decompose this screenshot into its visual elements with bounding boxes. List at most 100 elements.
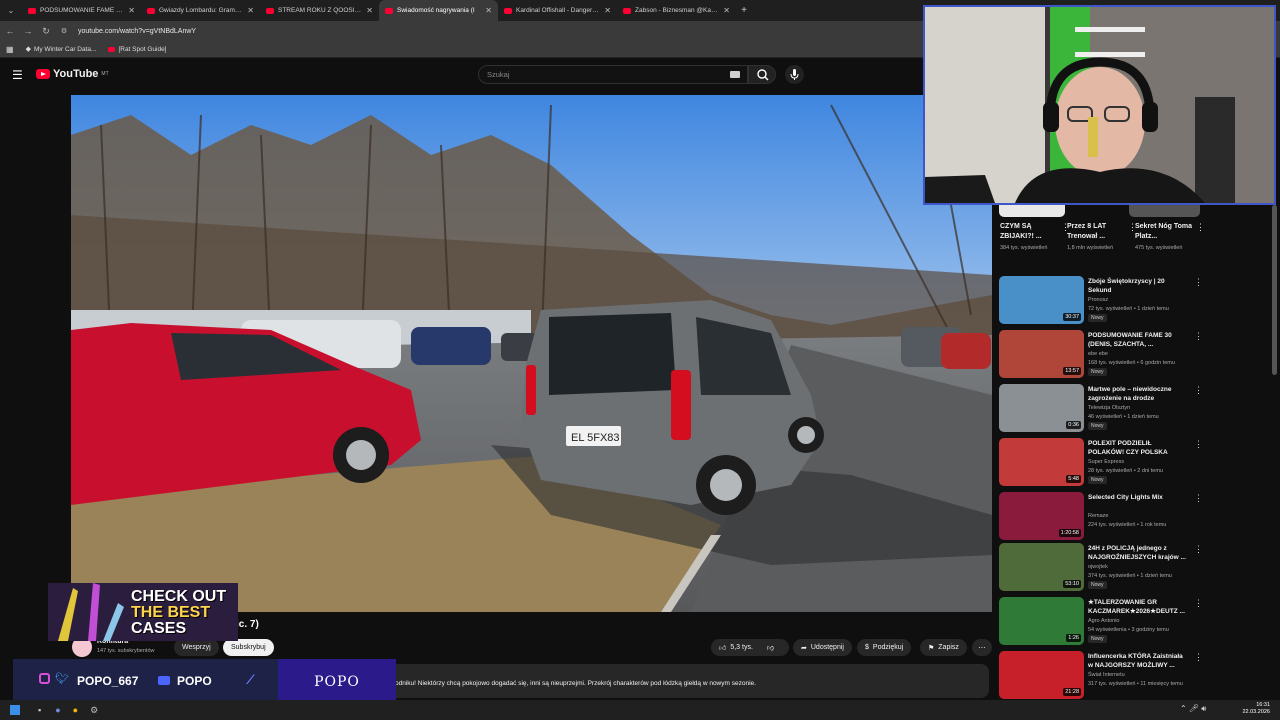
tab-close-icon[interactable]: ✕ — [485, 6, 492, 15]
apps-grid-icon[interactable]: ▦ — [6, 45, 14, 54]
support-button[interactable]: Wesprzyj — [174, 639, 219, 656]
browser-tab[interactable]: STREAM ROKU Z QOOSIK | W5✕ — [260, 0, 379, 21]
channel-name[interactable]: Pronosz — [1088, 297, 1108, 303]
channel-name[interactable]: Remaze — [1088, 513, 1108, 519]
short-thumbnail[interactable] — [999, 205, 1065, 217]
video-title[interactable]: Zbóje Świętokrzyscy | 20 Sekund — [1088, 277, 1186, 295]
microphone-icon — [790, 69, 799, 80]
short-thumbnail[interactable] — [1129, 205, 1200, 217]
sidebar-scrollbar[interactable] — [1272, 205, 1277, 375]
video-player[interactable]: EL 5FX83 — [71, 95, 992, 612]
tab-title: Świadomość nagrywania (I — [397, 7, 475, 14]
url-field[interactable]: youtube.com/watch?v=gVtNBdLAnwY — [78, 28, 196, 35]
more-options-icon[interactable]: ⋮ — [1194, 277, 1203, 288]
chrome-icon[interactable]: ● — [73, 705, 78, 715]
youtube-favicon-icon — [623, 7, 631, 14]
tab-close-icon[interactable]: ✕ — [128, 6, 135, 15]
video-thumbnail[interactable]: 21:28 — [999, 651, 1084, 699]
windows-start-icon[interactable] — [10, 705, 20, 715]
recommended-video[interactable]: 5:48 POLEXIT PODZIELIŁ POLAKÓW! CZY POLS… — [999, 438, 1203, 488]
system-tray-icons[interactable]: ⌃ 🎤︎ 🔊︎ — [1180, 704, 1206, 714]
browser-tab[interactable]: PODSUMOWANIE FAME 30 (DE ✕ — [22, 0, 141, 21]
bookmark-item[interactable]: [Rat Spot Guide] — [108, 46, 167, 53]
tab-search-chevron-icon[interactable]: ⌄ — [0, 6, 22, 15]
voice-search-button[interactable] — [785, 65, 804, 84]
new-tab-plus-icon[interactable]: + — [736, 5, 752, 16]
like-icon[interactable]: 👍︎ — [719, 643, 726, 652]
recommended-video[interactable]: 53:10 24H z POLICJĄ jednego z NAJGROŹNIE… — [999, 543, 1203, 593]
video-duration: 5:48 — [1066, 475, 1081, 483]
search-input[interactable]: Szukaj — [478, 65, 748, 84]
recommended-video[interactable]: 30:37 Zbóje Świętokrzyscy | 20 Sekund Pr… — [999, 276, 1203, 326]
taskbar-app-icon[interactable]: ▪ — [38, 705, 41, 715]
video-thumbnail[interactable]: 5:48 — [999, 438, 1084, 486]
channel-name[interactable]: ebe ebe — [1088, 351, 1108, 357]
site-settings-icon[interactable]: ⚙ — [58, 27, 70, 35]
channel-name[interactable]: ojwojtek — [1088, 564, 1108, 570]
video-title[interactable]: Influencerka KTÓRA Zaistniała w NAJGORSZ… — [1088, 652, 1186, 670]
more-options-icon[interactable]: ⋮ — [1196, 222, 1205, 233]
forward-arrow-icon[interactable]: → — [22, 26, 34, 36]
tab-close-icon[interactable]: ✕ — [366, 6, 373, 15]
short-item[interactable]: CZYM SĄ ZBIJAKI?! ... 384 tys. wyświetle… — [1000, 222, 1070, 252]
channel-name[interactable]: Super Express — [1088, 459, 1124, 465]
video-thumbnail[interactable]: 1:20:58 — [999, 492, 1084, 540]
short-item[interactable]: Przez 8 LAT Trenował ... 1,8 mln wyświet… — [1067, 222, 1137, 252]
reload-icon[interactable]: ↻ — [40, 26, 52, 37]
recommended-video[interactable]: 1:26 ★TALERZOWANIE GR KACZMAREK★2026★DEU… — [999, 597, 1203, 647]
bookmark-item[interactable]: ◆ My Winter Car Data... — [26, 45, 97, 54]
back-arrow-icon[interactable]: ← — [4, 26, 16, 36]
browser-tab[interactable]: Kardinal Offishall - Dangerous ✕ — [498, 0, 617, 21]
tab-close-icon[interactable]: ✕ — [723, 6, 730, 15]
video-title[interactable]: 24H z POLICJĄ jednego z NAJGROŹNIEJSZYCH… — [1088, 544, 1186, 562]
recommended-video[interactable]: 1:20:58 Selected City Lights Mix Remaze … — [999, 492, 1203, 542]
recommended-video[interactable]: 21:28 Influencerka KTÓRA Zaistniała w NA… — [999, 651, 1203, 701]
more-options-icon[interactable]: ⋮ — [1194, 493, 1203, 504]
channel-name[interactable]: Świat Internetu — [1088, 672, 1125, 678]
more-options-icon[interactable]: ⋮ — [1194, 598, 1203, 609]
youtube-logo[interactable]: YouTube MT — [36, 68, 109, 80]
video-thumbnail[interactable]: 0:36 — [999, 384, 1084, 432]
thanks-button[interactable]: $ Podziękuj — [857, 639, 912, 656]
channel-name[interactable]: Agro Antonio — [1088, 618, 1120, 624]
video-duration: 30:37 — [1063, 313, 1081, 321]
more-options-icon[interactable]: ⋮ — [1194, 652, 1203, 663]
recommended-video[interactable]: 0:36 Martwe pole – niewidoczne zagrożeni… — [999, 384, 1203, 434]
search-button[interactable] — [748, 65, 776, 84]
channel-name[interactable]: Telewizja Olsztyn — [1088, 405, 1130, 411]
share-button[interactable]: ➦ Udostępnij — [793, 639, 852, 656]
tab-close-icon[interactable]: ✕ — [604, 6, 611, 15]
video-thumbnail[interactable]: 30:37 — [999, 276, 1084, 324]
video-title[interactable]: PODSUMOWANIE FAME 30 (DENIS, SZACHTA, ..… — [1088, 331, 1186, 349]
more-options-icon[interactable]: ⋮ — [1194, 385, 1203, 396]
save-button[interactable]: ⚑ Zapisz — [920, 639, 967, 656]
taskbar-clock[interactable]: 16:31 22.03.2026 — [1242, 702, 1270, 716]
browser-tab[interactable]: Żabson - Biznesman @Kabi Pr ✕ — [617, 0, 736, 21]
settings-gear-icon[interactable]: ⚙ — [90, 705, 98, 716]
like-count[interactable]: 5,3 tys. — [730, 644, 753, 651]
tab-close-icon[interactable]: ✕ — [247, 6, 254, 15]
promo-line: CHECK OUT — [131, 588, 227, 605]
video-thumbnail[interactable]: 53:10 — [999, 543, 1084, 591]
keyboard-icon[interactable] — [730, 71, 740, 78]
video-thumbnail[interactable]: 13:57 — [999, 330, 1084, 378]
recommended-video[interactable]: 13:57 PODSUMOWANIE FAME 30 (DENIS, SZACH… — [999, 330, 1203, 380]
browser-tab[interactable]: Gwiazdy Lombardu: Gramy w E ✕ — [141, 0, 260, 21]
more-options-icon[interactable]: ⋮ — [1194, 544, 1203, 555]
more-options-icon[interactable]: ⋮ — [1194, 439, 1203, 450]
video-title[interactable]: Martwe pole – niewidoczne zagrożenie na … — [1088, 385, 1186, 403]
like-dislike-group: 👍︎ 5,3 tys. 👎︎ — [711, 639, 789, 656]
subscribe-button[interactable]: Subskrybuj — [223, 639, 274, 656]
more-actions-button[interactable]: ⋯ — [972, 639, 992, 656]
video-title[interactable]: ★TALERZOWANIE GR KACZMAREK★2026★DEUTZ ..… — [1088, 598, 1186, 616]
more-options-icon[interactable]: ⋮ — [1194, 331, 1203, 342]
video-title[interactable]: Selected City Lights Mix — [1088, 493, 1186, 502]
video-thumbnail[interactable]: 1:26 — [999, 597, 1084, 645]
hamburger-menu-icon[interactable]: ☰ — [12, 68, 23, 82]
dislike-icon[interactable]: 👎︎ — [767, 643, 774, 652]
video-title[interactable]: POLEXIT PODZIELIŁ POLAKÓW! CZY POLSKA PO… — [1088, 439, 1186, 457]
browser-tab-active[interactable]: Świadomość nagrywania (I ✕ — [379, 0, 498, 21]
short-item[interactable]: Sekret Nóg Toma Platz... 475 tys. wyświe… — [1135, 222, 1205, 252]
promo-line: THE BEST — [131, 604, 211, 621]
discord-icon[interactable]: ● — [55, 705, 60, 715]
